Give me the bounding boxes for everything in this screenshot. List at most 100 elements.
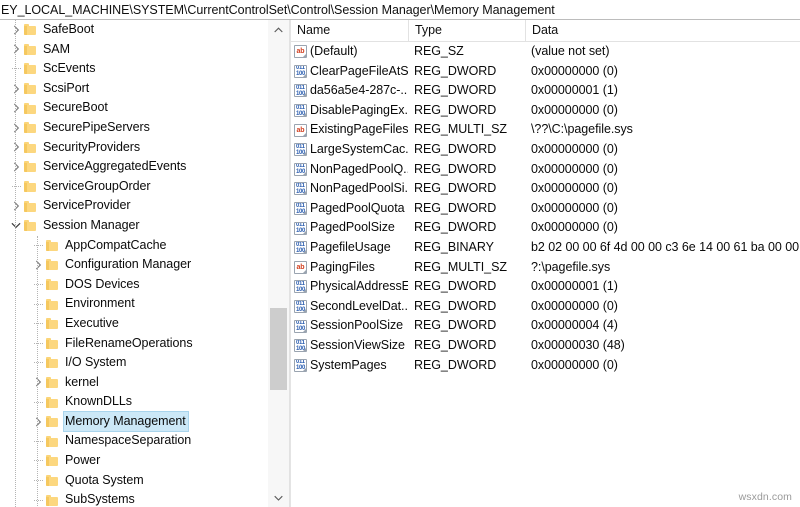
tree-item-servicegrouporder[interactable]: ServiceGroupOrder: [0, 177, 268, 197]
table-row[interactable]: 011 100 NonPagedPoolSi... REG_DWORD 0x000000…: [291, 179, 800, 199]
folder-icon: [46, 259, 59, 271]
tree-item-securepipeservers[interactable]: SecurePipeServers: [0, 118, 268, 138]
tree-item-serviceaggregatedevents[interactable]: ServiceAggregatedEvents: [0, 157, 268, 177]
tree-item-label: NamespaceSeparation: [65, 433, 192, 448]
binary-value-icon: 011 100: [294, 358, 307, 372]
folder-icon: [24, 43, 37, 55]
value-type-cell: REG_BINARY: [414, 239, 494, 254]
value-data-cell: ?:\pagefile.sys: [531, 259, 611, 274]
tree-item-safeboot[interactable]: SafeBoot: [0, 20, 268, 40]
table-row[interactable]: 011 100 SessionViewSize REG_DWORD 0x00000030…: [291, 336, 800, 356]
value-data-cell: 0x00000000 (0): [531, 141, 618, 156]
table-row[interactable]: 011 100 NonPagedPoolQ... REG_DWORD 0x0000000…: [291, 160, 800, 180]
table-row[interactable]: 011 100 LargeSystemCac... REG_DWORD 0x000000…: [291, 140, 800, 160]
tree-item-environment[interactable]: Environment: [0, 294, 268, 314]
string-value-icon: ab: [294, 123, 307, 137]
tree-item-label: FileRenameOperations: [65, 335, 193, 350]
table-row[interactable]: 011 100 PagedPoolSize REG_DWORD 0x00000000 (…: [291, 218, 800, 238]
table-row[interactable]: 011 100 SystemPages REG_DWORD 0x00000000 (0): [291, 356, 800, 376]
tree-item-dos-devices[interactable]: DOS Devices: [0, 275, 268, 295]
tree-item-securityproviders[interactable]: SecurityProviders: [0, 138, 268, 158]
value-name-text: PagingFiles: [310, 259, 375, 274]
tree-item-memory-management[interactable]: Memory Management: [0, 410, 268, 433]
folder-icon: [46, 494, 59, 506]
table-row[interactable]: ab (Default) REG_SZ (value not set): [291, 42, 800, 62]
address-bar[interactable]: EY_LOCAL_MACHINE\SYSTEM\CurrentControlSe…: [0, 0, 800, 20]
tree-item-label: I/O System: [65, 355, 127, 370]
chevron-right-icon[interactable]: [8, 118, 24, 138]
folder-icon: [24, 220, 37, 232]
chevron-down-icon[interactable]: [8, 216, 24, 236]
chevron-up-icon[interactable]: [268, 20, 289, 39]
value-name-text: PagedPoolQuota: [310, 200, 405, 215]
list-rows: ab (Default) REG_SZ (value not set) 011 100 Cl…: [291, 42, 800, 375]
value-type-cell: REG_MULTI_SZ: [414, 259, 507, 274]
chevron-down-icon[interactable]: [268, 488, 289, 507]
chevron-right-icon[interactable]: [8, 138, 24, 158]
value-type-cell: REG_DWORD: [414, 279, 497, 294]
tree-scrollbar[interactable]: [268, 20, 290, 507]
tree-item-scsiport[interactable]: ScsiPort: [0, 79, 268, 99]
folder-icon: [24, 161, 37, 173]
folder-icon: [46, 357, 59, 369]
table-row[interactable]: 011 100 SecondLevelDat... REG_DWORD 0x000000…: [291, 297, 800, 317]
chevron-right-icon[interactable]: [8, 157, 24, 177]
value-name-cell: 011 100 SecondLevelDat...: [291, 297, 408, 317]
table-row[interactable]: 011 100 DisablePagingEx... REG_DWORD 0x00000…: [291, 101, 800, 121]
chevron-right-icon[interactable]: [8, 40, 24, 60]
chevron-right-icon[interactable]: [30, 255, 46, 275]
tree-scrollbar-thumb[interactable]: [270, 308, 287, 390]
chevron-right-icon[interactable]: [8, 79, 24, 99]
tree-item-subsystems[interactable]: SubSystems: [0, 490, 268, 507]
tree-guide-stub: [30, 392, 46, 412]
value-type-cell: REG_DWORD: [414, 63, 497, 78]
table-row[interactable]: 011 100 PagedPoolQuota REG_DWORD 0x00000000 …: [291, 199, 800, 219]
value-name-cell: 011 100 SessionPoolSize: [291, 316, 408, 336]
column-header-type[interactable]: Type: [408, 20, 525, 41]
table-row[interactable]: 011 100 ClearPageFileAtS... REG_DWORD 0x0000…: [291, 62, 800, 82]
folder-icon: [24, 102, 37, 114]
table-row[interactable]: ab ExistingPageFiles REG_MULTI_SZ \??\C:\pa…: [291, 120, 800, 140]
column-header-name[interactable]: Name: [291, 20, 408, 41]
value-name-text: ExistingPageFiles: [310, 122, 408, 137]
list-column-headers: Name Type Data: [291, 20, 800, 42]
tree-item-label: DOS Devices: [65, 276, 140, 291]
tree-guide-stub: [30, 236, 46, 256]
tree-item-serviceprovider[interactable]: ServiceProvider: [0, 196, 268, 216]
column-header-data[interactable]: Data: [525, 20, 800, 41]
value-type-cell: REG_DWORD: [414, 298, 497, 313]
table-row[interactable]: ab PagingFiles REG_MULTI_SZ ?:\pagefile.sys: [291, 258, 800, 278]
tree-item-quota-system[interactable]: Quota System: [0, 471, 268, 491]
table-row[interactable]: 011 100 da56a5e4-287c-... REG_DWORD 0x000000…: [291, 81, 800, 101]
chevron-right-icon[interactable]: [8, 20, 24, 40]
tree-item-secureboot[interactable]: SecureBoot: [0, 98, 268, 118]
tree-guide-stub: [30, 294, 46, 314]
chevron-right-icon[interactable]: [8, 196, 24, 216]
table-row[interactable]: 011100PhysicalAddressE... REG_DWORD 0x0000…: [291, 277, 800, 297]
chevron-right-icon[interactable]: [30, 373, 46, 393]
registry-tree[interactable]: SafeBoot SAM ScEvents ScsiPort SecureBoot Sec…: [0, 20, 268, 507]
value-name-text: (Default): [310, 44, 358, 58]
chevron-right-icon[interactable]: [30, 412, 46, 432]
tree-item-scevents[interactable]: ScEvents: [0, 59, 268, 79]
tree-item-kernel[interactable]: kernel: [0, 373, 268, 393]
tree-item-namespaceseparation[interactable]: NamespaceSeparation: [0, 431, 268, 451]
chevron-right-icon[interactable]: [8, 98, 24, 118]
tree-item-i-o-system[interactable]: I/O System: [0, 353, 268, 373]
table-row[interactable]: 011 100 PagefileUsage REG_BINARY b2 02 00 00…: [291, 238, 800, 258]
tree-item-label: ServiceAggregatedEvents: [43, 159, 187, 174]
value-data-cell: 0x00000000 (0): [531, 200, 618, 215]
tree-item-knowndlls[interactable]: KnownDLLs: [0, 392, 268, 412]
value-data-cell: \??\C:\pagefile.sys: [531, 122, 633, 137]
tree-item-label: Executive: [65, 315, 119, 330]
tree-item-filerenameoperations[interactable]: FileRenameOperations: [0, 334, 268, 354]
table-row[interactable]: 011 100 SessionPoolSize REG_DWORD 0x00000004…: [291, 316, 800, 336]
tree-item-executive[interactable]: Executive: [0, 314, 268, 334]
tree-item-appcompatcache[interactable]: AppCompatCache: [0, 236, 268, 256]
tree-item-sam[interactable]: SAM: [0, 40, 268, 60]
tree-item-configuration-manager[interactable]: Configuration Manager: [0, 255, 268, 275]
values-list[interactable]: Name Type Data ab (Default) REG_SZ (value n…: [291, 20, 800, 507]
tree-item-session-manager[interactable]: Session Manager: [0, 216, 268, 236]
binary-value-icon: 011 100: [294, 339, 307, 353]
tree-item-power[interactable]: Power: [0, 451, 268, 471]
